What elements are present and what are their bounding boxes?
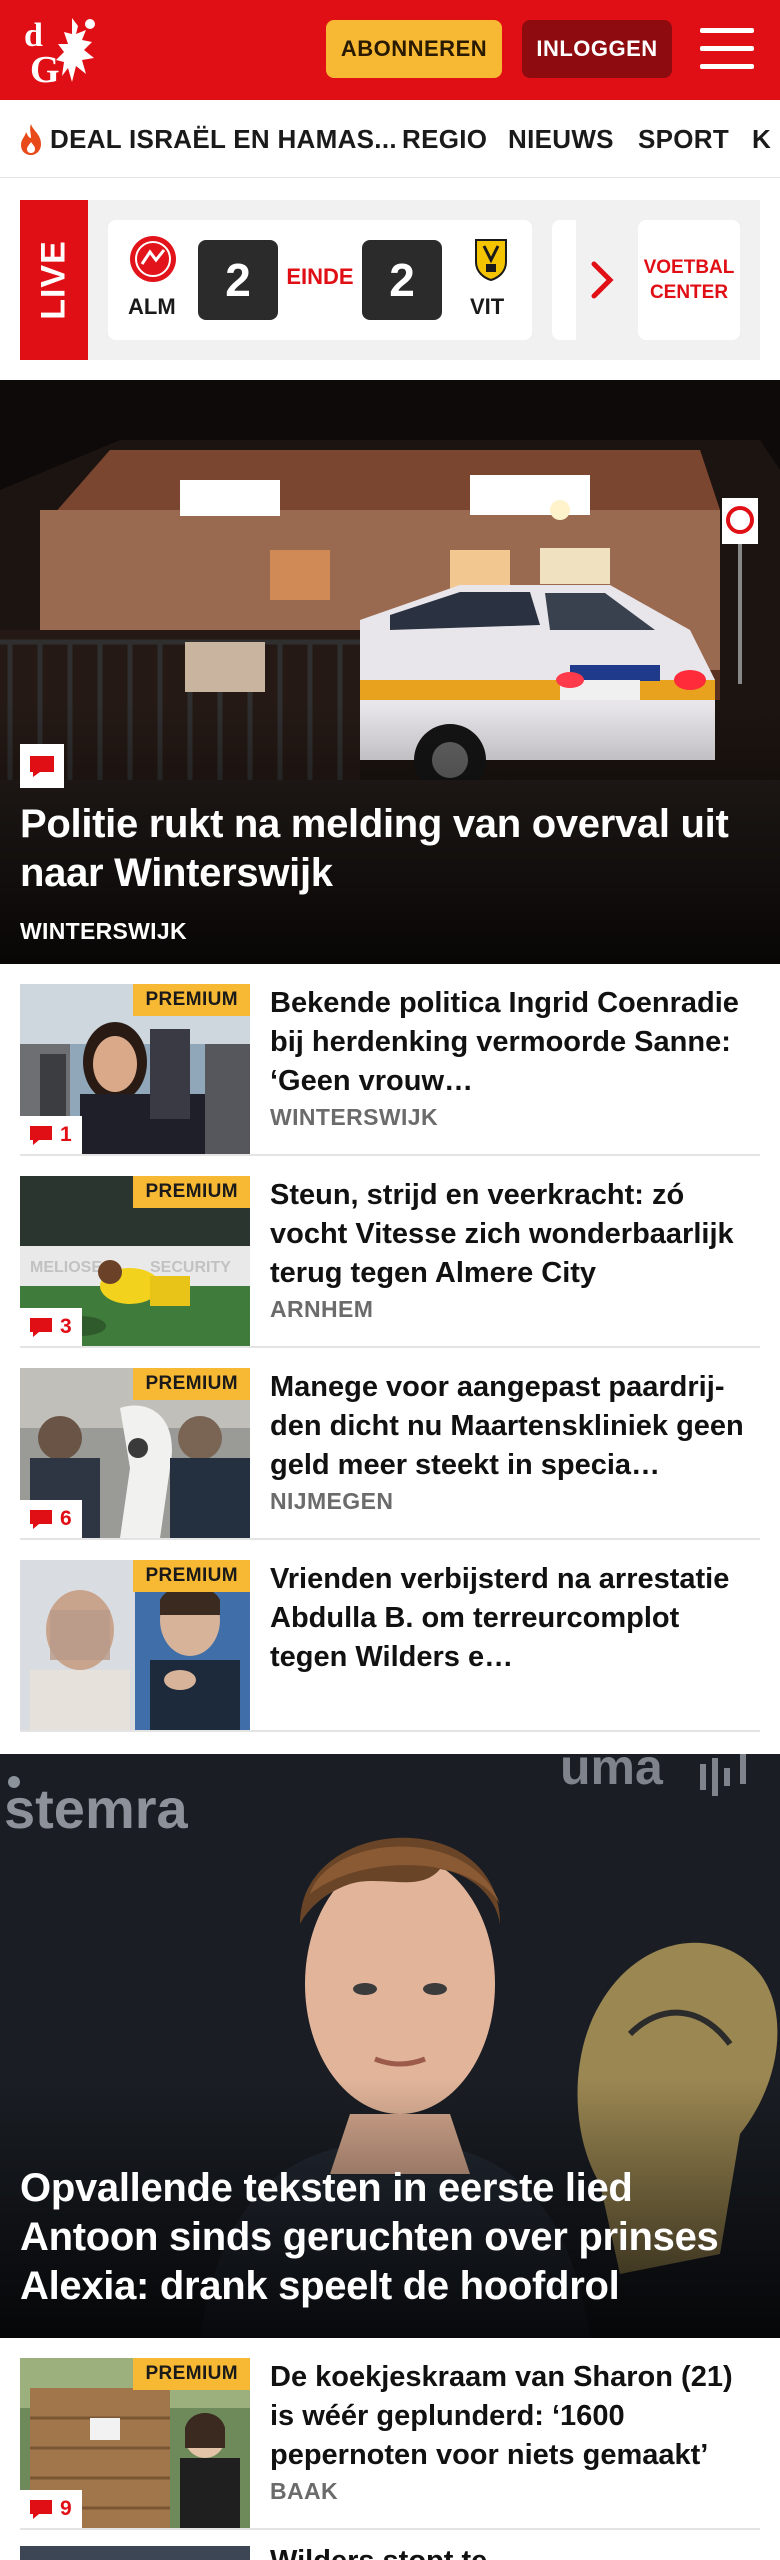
home-team-code: ALM [128, 294, 176, 319]
menu-icon[interactable] [700, 26, 754, 72]
dg-logo[interactable]: d G [20, 10, 120, 90]
away-score: 2 [362, 240, 442, 320]
comment-icon [30, 1318, 52, 1337]
article-thumbnail [20, 2546, 250, 2560]
voetbal-center-link[interactable]: VOETBAL CENTER [638, 220, 740, 340]
chevron-right-icon[interactable] [588, 258, 616, 302]
list-item[interactable]: PREMIUM Vrienden verbijsterd na arrestat… [20, 1540, 760, 1732]
comment-count[interactable]: 1 [20, 1116, 82, 1154]
nav-item-regio[interactable]: REGIO [402, 100, 487, 177]
comment-icon [30, 2500, 52, 2519]
live-scores-bar: LIVE ALM 2 EINDE 2 VIT VOETBAL CENTER [20, 200, 760, 360]
away-team-code: VIT [470, 294, 505, 319]
premium-badge: PREMIUM [133, 1176, 250, 1208]
article-thumbnail: MELIOSE SECURITY PREMIUM 3 [20, 1176, 250, 1346]
flame-icon [21, 124, 41, 155]
list-item[interactable]: PREMIUM 6 Manege voor aangepast paardrij… [20, 1348, 760, 1540]
list-item[interactable]: PREMIUM 9 De koekjeskraam van Sharon (21… [20, 2338, 760, 2530]
nav-item-label: DEAL ISRAËL EN HAMAS... [50, 123, 397, 154]
article-location: WINTERSWIJK [270, 1104, 438, 1130]
article-thumbnail: PREMIUM [20, 1560, 250, 1730]
article-thumbnail: PREMIUM 6 [20, 1368, 250, 1538]
main-nav: DEAL ISRAËL EN HAMAS... REGIO NIEUWS SPO… [0, 100, 780, 178]
home-score: 2 [198, 240, 278, 320]
premium-badge: PREMIUM [133, 1560, 250, 1592]
live-label: LIVE [20, 200, 88, 360]
comment-icon [30, 1126, 52, 1145]
hero-article-2[interactable]: stemra uma Opvallende teksten in eerste … [0, 1754, 780, 2338]
vitesse-badge [475, 239, 507, 282]
list-item[interactable]: Wilders stopt te… [20, 2546, 760, 2560]
comment-count[interactable]: 9 [20, 2490, 82, 2528]
match-status: EINDE [286, 264, 354, 289]
list-item[interactable]: PREMIUM 1 Bekende politica Ingrid Coenra… [20, 964, 760, 1156]
nav-item-sport[interactable]: SPORT [638, 100, 729, 177]
hero-location: WINTERSWIJK [20, 918, 187, 944]
svg-text:G: G [30, 49, 60, 90]
nav-item-trending[interactable]: DEAL ISRAËL EN HAMAS... [16, 100, 397, 177]
nav-item-nieuws[interactable]: NIEUWS [508, 100, 614, 177]
svg-text:uma: uma [560, 1754, 664, 1795]
hero-title[interactable]: Politie rukt na melding van overval uit … [20, 800, 760, 898]
article-title[interactable]: Vrienden verbijsterd na arrestatie Abdul… [270, 1560, 760, 1677]
subscribe-button[interactable]: ABONNEREN [326, 20, 502, 78]
premium-badge: PREMIUM [133, 2358, 250, 2390]
login-button[interactable]: INLOGGEN [522, 20, 672, 78]
site-header: d G ABONNEREN INLOGGEN [0, 0, 780, 100]
hero-article[interactable]: Politie rukt na melding van overval uit … [0, 380, 780, 964]
article-thumbnail: PREMIUM 9 [20, 2358, 250, 2528]
article-location: ARNHEM [270, 1296, 374, 1322]
match-card[interactable]: ALM 2 EINDE 2 VIT [108, 220, 532, 340]
premium-badge: PREMIUM [133, 1368, 250, 1400]
article-location: NIJMEGEN [270, 1488, 394, 1514]
article-location: BAAK [270, 2478, 339, 2504]
nav-item-next[interactable]: K [752, 100, 771, 177]
comment-icon [30, 1510, 52, 1529]
article-title[interactable]: Steun, strijd en veerkracht: zó vocht Vi… [270, 1176, 760, 1293]
almere-city-badge [130, 236, 176, 282]
hero-title[interactable]: Opvallende teksten in eerste lied Antoon… [20, 2164, 760, 2311]
comment-count[interactable]: 3 [20, 1308, 82, 1346]
list-item[interactable]: MELIOSE SECURITY PREMIUM 3 Steun, strijd… [20, 1156, 760, 1348]
comment-count[interactable]: 6 [20, 1500, 82, 1538]
svg-text:MELIOSE: MELIOSE [30, 1259, 102, 1276]
article-title[interactable]: Bekende politica Ingrid Coenradie bij he… [270, 984, 760, 1101]
article-title[interactable]: De koekjeskraam van Sharon (21) is wéér … [270, 2358, 760, 2475]
article-title[interactable]: Manege voor aangepast paardrij­den dicht… [270, 1368, 760, 1485]
comment-icon[interactable] [20, 744, 64, 788]
premium-badge: PREMIUM [133, 984, 250, 1016]
article-title[interactable]: Wilders stopt te… [270, 2546, 516, 2560]
svg-text:SECURITY: SECURITY [150, 1259, 231, 1276]
next-match-card[interactable] [552, 220, 576, 340]
article-thumbnail: PREMIUM 1 [20, 984, 250, 1154]
svg-text:stemra: stemra [4, 1777, 189, 1840]
